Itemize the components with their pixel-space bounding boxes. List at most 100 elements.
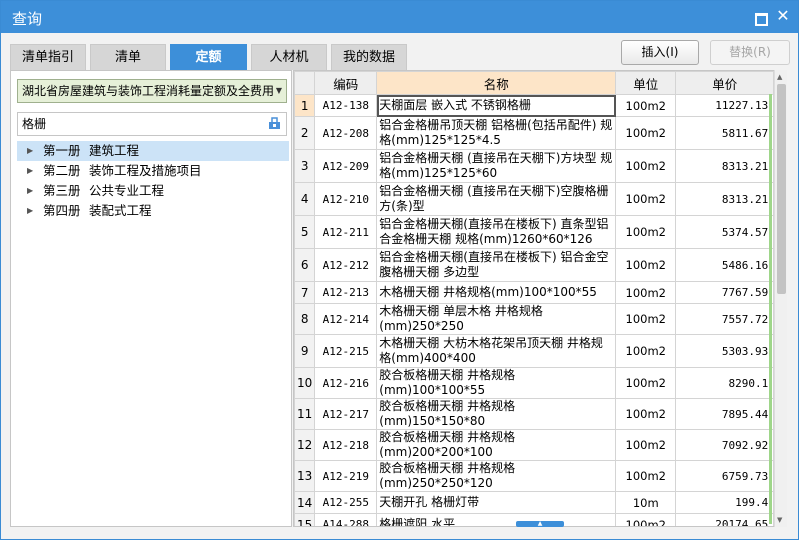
cell-code: A12-211 bbox=[314, 215, 378, 249]
cell-price: 5486.16 bbox=[675, 248, 775, 282]
cell-unit: 100m2 bbox=[615, 248, 677, 282]
table-row[interactable]: 7 A12-213 木格栅天棚 井格规格(mm)100*100*55 100m2 776… bbox=[294, 281, 775, 304]
table-row[interactable]: 10 A12-216 胶合板格栅天棚 井格规格(mm)100*100*55 100m2… bbox=[294, 367, 775, 399]
cell-name: 铝合金格栅天棚 (直接吊在天棚下)空腹格栅 方(条)型 bbox=[376, 182, 617, 216]
col-header-name[interactable]: 名称 bbox=[376, 71, 617, 95]
tree-item[interactable]: ▶ 第一册 建筑工程 bbox=[17, 141, 289, 161]
tree-volume: 第四册 bbox=[43, 203, 81, 218]
scroll-thumb[interactable] bbox=[777, 84, 786, 294]
caret-right-icon[interactable]: ▶ bbox=[27, 201, 33, 221]
tree-item[interactable]: ▶ 第二册 装饰工程及措施项目 bbox=[17, 161, 289, 181]
cell-unit: 10m bbox=[615, 491, 677, 514]
tab-my-data[interactable]: 我的数据 bbox=[331, 44, 407, 70]
cell-code: A12-210 bbox=[314, 182, 378, 216]
title-bar[interactable]: 查询 ✕ bbox=[1, 1, 798, 33]
row-index: 8 bbox=[294, 303, 316, 335]
tree-item[interactable]: ▶ 第三册 公共专业工程 bbox=[17, 181, 289, 201]
row-index: 9 bbox=[294, 334, 316, 368]
collapse-panel-handle[interactable]: ▲ bbox=[516, 521, 564, 527]
cell-unit: 100m2 bbox=[615, 429, 677, 461]
row-index: 11 bbox=[294, 398, 316, 430]
chevron-down-icon[interactable]: ▼ bbox=[276, 80, 282, 102]
tree-label: 装饰工程及措施项目 bbox=[88, 163, 202, 178]
row-index: 3 bbox=[294, 149, 316, 183]
cell-code: A12-218 bbox=[314, 429, 378, 461]
tab-quota[interactable]: 定额 bbox=[170, 44, 247, 70]
cell-price: 199.4 bbox=[675, 491, 775, 514]
table-row[interactable]: 5 A12-211 铝合金格栅天棚(直接吊在楼板下) 直条型铝合金格栅天棚 规格(m… bbox=[294, 215, 775, 249]
cell-unit: 100m2 bbox=[615, 149, 677, 183]
row-index: 7 bbox=[294, 281, 316, 304]
row-index: 1 bbox=[294, 94, 316, 117]
cell-code: A12-209 bbox=[314, 149, 378, 183]
vertical-scrollbar[interactable]: ▲ ▼ bbox=[774, 70, 787, 527]
cell-price: 5303.93 bbox=[675, 334, 775, 368]
cell-name: 铝合金格栅吊顶天棚 铝格栅(包括吊配件) 规格(mm)125*125*4.5 bbox=[376, 116, 617, 150]
scroll-up-icon[interactable]: ▲ bbox=[777, 73, 782, 81]
table-row[interactable]: 11 A12-217 胶合板格栅天棚 井格规格(mm)150*150*80 100m2… bbox=[294, 398, 775, 430]
table-row[interactable]: 8 A12-214 木格栅天棚 单层木格 井格规格(mm)250*250 100m2 7… bbox=[294, 303, 775, 335]
col-header-unit[interactable]: 单位 bbox=[615, 71, 677, 95]
caret-right-icon[interactable]: ▶ bbox=[27, 141, 33, 161]
quota-library-value: 湖北省房屋建筑与装饰工程消耗量定额及全费用 bbox=[22, 84, 275, 98]
replace-button[interactable]: 替换(R) bbox=[710, 40, 790, 65]
tree-item[interactable]: ▶ 第四册 装配式工程 bbox=[17, 201, 289, 221]
cell-name: 格栅遮阳 水平 bbox=[376, 513, 617, 526]
restore-icon[interactable] bbox=[752, 9, 768, 26]
quota-table-panel: 编码 名称 单位 单价 1 A12-138 天棚面层 嵌入式 不锈钢格栅 100m2 1… bbox=[293, 70, 787, 527]
row-index: 5 bbox=[294, 215, 316, 249]
query-dialog: 查询 ✕ 清单指引 清单 定额 人材机 我的数据 插入(I) 替换(R) 湖北省… bbox=[0, 0, 799, 540]
row-index: 2 bbox=[294, 116, 316, 150]
row-index: 10 bbox=[294, 367, 316, 399]
cell-code: A12-213 bbox=[314, 281, 378, 304]
table-row[interactable]: 9 A12-215 木格栅天棚 大枋木格花架吊顶天棚 井格规格(mm)400*400… bbox=[294, 334, 775, 368]
chapter-tree: ▶ 第一册 建筑工程 ▶ 第二册 装饰工程及措施项目 ▶ 第三册 公共专业工程 … bbox=[17, 141, 289, 221]
caret-right-icon[interactable]: ▶ bbox=[27, 181, 33, 201]
row-index: 15 bbox=[294, 513, 316, 526]
cell-name: 木格栅天棚 单层木格 井格规格(mm)250*250 bbox=[376, 303, 617, 335]
table-row[interactable]: 13 A12-219 胶合板格栅天棚 井格规格(mm)250*250*120 100m… bbox=[294, 460, 775, 492]
table-row[interactable]: 2 A12-208 铝合金格栅吊顶天棚 铝格栅(包括吊配件) 规格(mm)125*1… bbox=[294, 116, 775, 150]
cell-unit: 100m2 bbox=[615, 215, 677, 249]
quota-library-select[interactable]: 湖北省房屋建筑与装饰工程消耗量定额及全费用 ▼ bbox=[17, 79, 287, 103]
row-index: 14 bbox=[294, 491, 316, 514]
left-pane: 湖北省房屋建筑与装饰工程消耗量定额及全费用 ▼ 格栅 ▶ 第一册 建筑工程 ▶ … bbox=[10, 70, 292, 527]
cell-code: A12-212 bbox=[314, 248, 378, 282]
scroll-down-icon[interactable]: ▼ bbox=[777, 516, 782, 524]
table-row[interactable]: 14 A12-255 天棚开孔 格栅灯带 10m 199.4 bbox=[294, 491, 775, 514]
table-row[interactable]: 1 A12-138 天棚面层 嵌入式 不锈钢格栅 100m2 11227.13 bbox=[294, 94, 775, 117]
cell-name: 胶合板格栅天棚 井格规格(mm)250*250*120 bbox=[376, 460, 617, 492]
insert-button[interactable]: 插入(I) bbox=[621, 40, 699, 65]
cell-code: A12-215 bbox=[314, 334, 378, 368]
tab-labor-material-machine[interactable]: 人材机 bbox=[251, 44, 327, 70]
cell-code: A12-219 bbox=[314, 460, 378, 492]
search-icon[interactable] bbox=[268, 117, 281, 130]
tree-label: 装配式工程 bbox=[88, 203, 152, 218]
close-icon[interactable]: ✕ bbox=[775, 8, 791, 25]
row-index: 12 bbox=[294, 429, 316, 461]
table-row[interactable]: 6 A12-212 铝合金格栅天棚(直接吊在楼板下) 铝合金空腹格栅天棚 多边型 10… bbox=[294, 248, 775, 282]
cell-name: 铝合金格栅天棚(直接吊在楼板下) 直条型铝合金格栅天棚 规格(mm)1260*6… bbox=[376, 215, 617, 249]
cell-code: A12-208 bbox=[314, 116, 378, 150]
search-input[interactable]: 格栅 bbox=[17, 112, 287, 136]
caret-right-icon[interactable]: ▶ bbox=[27, 161, 33, 181]
cell-code: A12-217 bbox=[314, 398, 378, 430]
tab-bill-guide[interactable]: 清单指引 bbox=[10, 44, 86, 70]
cell-name: 胶合板格栅天棚 井格规格(mm)200*200*100 bbox=[376, 429, 617, 461]
window-title: 查询 bbox=[12, 10, 43, 28]
cell-unit: 100m2 bbox=[615, 116, 677, 150]
cell-name: 木格栅天棚 大枋木格花架吊顶天棚 井格规格(mm)400*400 bbox=[376, 334, 617, 368]
tab-bill[interactable]: 清单 bbox=[90, 44, 166, 70]
col-header-code[interactable]: 编码 bbox=[314, 71, 378, 95]
tree-volume: 第一册 bbox=[43, 143, 81, 158]
col-header-price[interactable]: 单价 bbox=[675, 71, 775, 95]
row-index: 13 bbox=[294, 460, 316, 492]
cell-unit: 100m2 bbox=[615, 94, 677, 117]
cell-unit: 100m2 bbox=[615, 513, 677, 526]
cell-price: 8313.21 bbox=[675, 149, 775, 183]
table-row[interactable]: 3 A12-209 铝合金格栅天棚 (直接吊在天棚下)方块型 规格(mm)125*1… bbox=[294, 149, 775, 183]
table-row[interactable]: 4 A12-210 铝合金格栅天棚 (直接吊在天棚下)空腹格栅 方(条)型 100m2… bbox=[294, 182, 775, 216]
cell-name: 胶合板格栅天棚 井格规格(mm)100*100*55 bbox=[376, 367, 617, 399]
cell-price: 11227.13 bbox=[675, 94, 775, 117]
table-row[interactable]: 12 A12-218 胶合板格栅天棚 井格规格(mm)200*200*100 100m… bbox=[294, 429, 775, 461]
